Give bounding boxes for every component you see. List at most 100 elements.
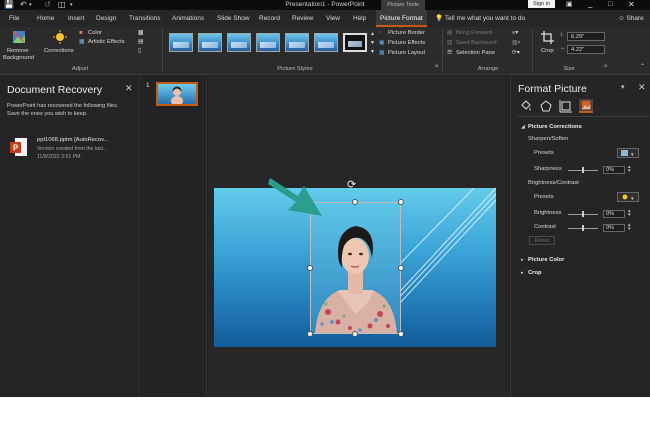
sharpness-slider[interactable] [568, 167, 598, 173]
sharpen-preset-icon: ▾ [621, 150, 634, 158]
shape-height-input[interactable]: 6.29" [567, 32, 605, 41]
collapse-ribbon-icon[interactable]: ⌃ [640, 64, 645, 71]
share-button[interactable]: ☺ Share [618, 10, 644, 27]
ribbon-display-options-icon[interactable]: ▣ [566, 0, 573, 10]
group-separator [162, 29, 163, 72]
picture-style-4[interactable] [256, 33, 280, 52]
picture-corrections-section[interactable]: Picture Corrections [528, 124, 582, 131]
minimize-icon[interactable]: _ [588, 0, 592, 8]
close-window-icon[interactable]: ✕ [628, 0, 635, 10]
tab-design[interactable]: Design [96, 10, 116, 27]
remove-background-label: Background [3, 55, 34, 61]
close-pane-icon[interactable]: ✕ [638, 82, 646, 93]
picture-style-1[interactable] [169, 33, 193, 52]
resize-handle-bottom-right[interactable] [398, 331, 404, 337]
styles-more-icon[interactable]: ▼ [370, 49, 375, 56]
maximize-icon[interactable]: □ [608, 0, 612, 10]
brightness-spinner-icon[interactable]: ▲ ▼ [627, 208, 631, 217]
picture-style-6[interactable] [314, 33, 338, 52]
picture-layout-button[interactable]: Picture Layout [388, 50, 425, 57]
tab-review[interactable]: Review [292, 10, 313, 27]
color-button[interactable]: Color [88, 30, 102, 37]
reset-picture-icon[interactable]: ▯ [138, 48, 141, 55]
rotate-icon[interactable]: ⟳▾ [512, 50, 520, 57]
collapse-corrections-icon[interactable]: ◢ [521, 124, 525, 131]
brightness-slider[interactable] [568, 211, 598, 217]
resize-handle-bottom-left[interactable] [307, 331, 313, 337]
styles-scroll-up-icon[interactable]: ▲ [370, 31, 375, 38]
sharpen-presets-dropdown[interactable]: ▾ [617, 148, 639, 158]
picture-style-3[interactable] [227, 33, 251, 52]
tell-me-search[interactable]: 💡 Tell me what you want to do [435, 10, 525, 27]
brightness-input[interactable]: 0% [603, 210, 625, 218]
bring-forward-button[interactable]: Bring Forward [456, 30, 492, 37]
sign-in-button[interactable]: Sign in [528, 0, 555, 8]
size-launcher-icon[interactable]: ⇲ [603, 63, 607, 70]
expand-crop-icon[interactable]: ▸ [521, 270, 524, 277]
tab-record[interactable]: Record [259, 10, 280, 27]
picture-styles-group-label: Picture Styles [277, 66, 313, 72]
resize-handle-top[interactable] [352, 199, 358, 205]
crop-icon [541, 31, 554, 44]
brightness-presets-dropdown[interactable]: ▾ [617, 192, 639, 202]
align-icon[interactable]: ≡▾ [512, 30, 518, 37]
rotation-handle-icon[interactable]: ⟳ [347, 178, 356, 191]
format-shape-launcher-icon[interactable]: ⇲ [434, 63, 438, 70]
brightness-slider-thumb[interactable] [582, 211, 584, 217]
tab-help[interactable]: Help [353, 10, 366, 27]
crop-button[interactable]: Crop [541, 48, 554, 55]
size-group-label: Size [563, 66, 575, 72]
artistic-effects-button[interactable]: Artistic Effects [88, 39, 125, 46]
change-picture-icon[interactable]: ▤ [138, 39, 143, 46]
picture-icon[interactable] [579, 99, 593, 113]
resize-handle-bottom[interactable] [352, 331, 358, 337]
tab-home[interactable]: Home [37, 10, 54, 27]
contrast-input[interactable]: 0% [603, 224, 625, 232]
tab-transitions[interactable]: Transitions [129, 10, 161, 27]
resize-handle-right[interactable] [398, 265, 404, 271]
tab-picture-format[interactable]: Picture Format [376, 10, 427, 27]
effects-icon[interactable] [539, 99, 553, 113]
slide-thumbnail-1[interactable] [156, 82, 198, 106]
size-properties-icon[interactable] [559, 99, 573, 113]
tab-slide-show[interactable]: Slide Show [217, 10, 250, 27]
recovery-message: PowerPoint has recovered the following f… [7, 103, 119, 117]
recovered-file-description: Version created from the last... [37, 146, 108, 152]
tab-view[interactable]: View [326, 10, 340, 27]
contrast-spinner-icon[interactable]: ▲ ▼ [627, 222, 631, 231]
picture-effects-button[interactable]: Picture Effects [388, 40, 425, 47]
sharpness-spinner-icon[interactable]: ▲ ▼ [627, 164, 631, 173]
compress-pictures-icon[interactable]: ▩ [138, 30, 143, 37]
tab-animations[interactable]: Animations [172, 10, 204, 27]
crop-section[interactable]: Crop [528, 270, 542, 277]
recovered-file-name[interactable]: ppt1068.pptm [AutoRecov... [37, 137, 108, 143]
tab-insert[interactable]: Insert [68, 10, 84, 27]
contrast-slider-thumb[interactable] [582, 225, 584, 231]
group-icon[interactable]: ▩▾ [512, 40, 520, 47]
picture-style-7[interactable] [343, 33, 367, 52]
corrections-button[interactable]: Corrections [44, 48, 74, 55]
picture-style-5[interactable] [285, 33, 309, 52]
pane-options-icon[interactable]: ▾ [621, 83, 625, 91]
picture-border-button[interactable]: Picture Border [388, 30, 425, 37]
shape-width-input[interactable]: 4.22" [567, 45, 605, 54]
close-recovery-icon[interactable]: ✕ [125, 83, 133, 94]
picture-color-section[interactable]: Picture Color [528, 257, 564, 264]
picture-style-2[interactable] [198, 33, 222, 52]
contrast-slider[interactable] [568, 225, 598, 231]
document-recovery-pane: Document Recovery ✕ PowerPoint has recov… [0, 76, 140, 397]
fill-line-icon[interactable] [519, 99, 533, 113]
remove-background-button[interactable]: Remove [7, 48, 29, 55]
format-picture-title: Format Picture [518, 83, 587, 95]
selection-pane-button[interactable]: Selection Pane [456, 50, 495, 57]
sharpness-input[interactable]: 0% [603, 166, 625, 174]
tab-file[interactable]: File [9, 10, 19, 27]
sharpness-slider-thumb[interactable] [582, 167, 584, 173]
reset-button[interactable]: Reset [529, 236, 555, 245]
expand-picture-color-icon[interactable]: ▸ [521, 257, 524, 264]
styles-scroll-down-icon[interactable]: ▼ [370, 40, 375, 47]
resize-handle-left[interactable] [307, 265, 313, 271]
send-backward-button[interactable]: Send Backward [456, 40, 497, 47]
color-icon: ■ [79, 30, 83, 36]
resize-handle-top-right[interactable] [398, 199, 404, 205]
